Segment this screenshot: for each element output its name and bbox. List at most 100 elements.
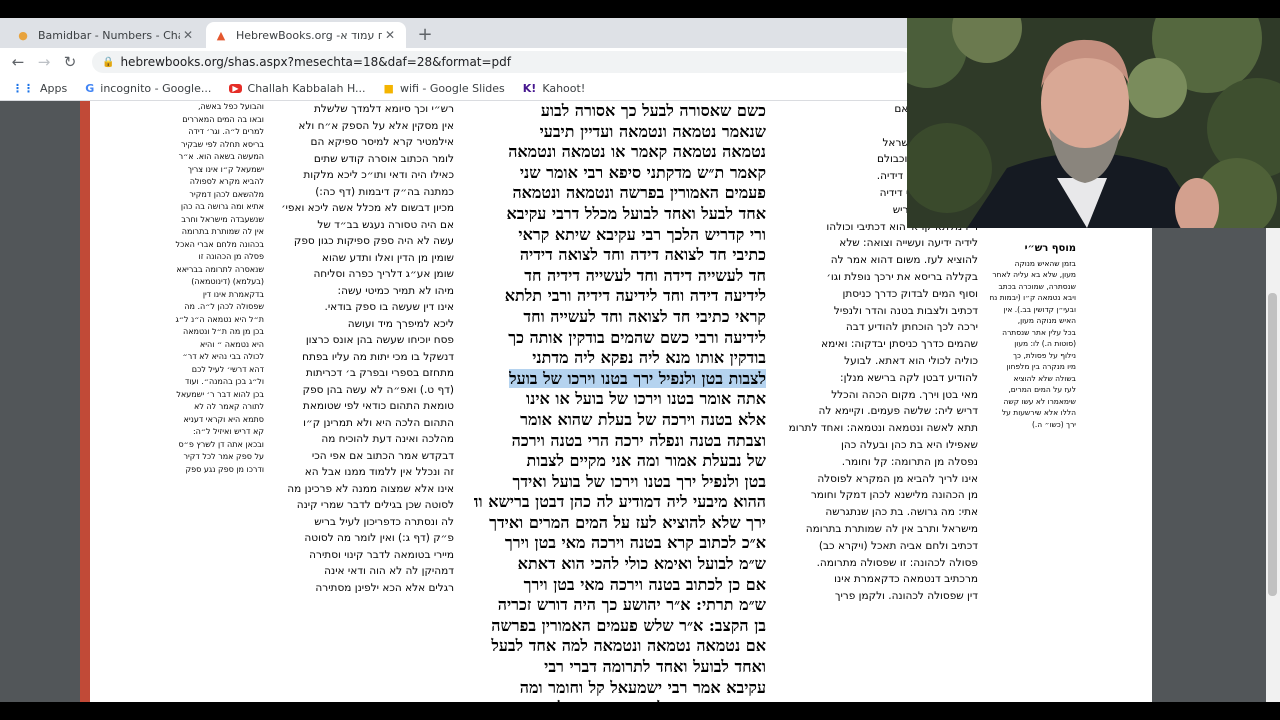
tosafot-line: אינו לריך להביא מן המקרא לפוסלה <box>817 472 978 485</box>
forward-icon[interactable]: → <box>34 52 54 72</box>
commentary-line: לכולה בבי נהיא לא דר״ <box>182 352 264 361</box>
commentary-line: אין לה שמותרת בתרומה <box>181 227 264 236</box>
bookmark-incognito[interactable]: G incognito - Google... <box>85 82 211 95</box>
rashi-line: טומאת התהום כודאי לפי שטומאת <box>302 400 454 412</box>
far-left-commentary: והבועל כפל באשה, ובאו בה המים המאררים למרי… <box>152 101 264 702</box>
rashi-line: דנשקל בו מכי יתות מה עליו בפתח <box>302 350 454 363</box>
address-bar[interactable]: 🔒 hebrewbooks.org/shas.aspx?mesechta=18&… <box>92 51 912 73</box>
rashi-line: לה ונסתרה כדפריכון לעיל בריש <box>314 515 454 528</box>
close-icon[interactable]: ✕ <box>382 28 398 42</box>
bookmark-challah[interactable]: ▶ Challah Kabbalah H... <box>229 81 366 95</box>
rashi-line: לסוטה שכן בגילים לדבר שמרי קינה <box>296 499 454 511</box>
tosafot-line: דכתיב ולצבות בטנה והדר ולנפיל <box>833 304 978 317</box>
commentary-line: ול״ג בכן בהמנה״. ועוד <box>185 377 264 386</box>
tab-bamidbar[interactable]: ● Bamidbar - Numbers - Chapter 5 ✕ <box>8 22 204 48</box>
rashi-line: דבקדש אמר הכתוב אם אפי הכי <box>311 449 454 462</box>
close-icon[interactable]: ✕ <box>180 28 196 42</box>
lock-icon: 🔒 <box>102 56 115 68</box>
gemara-line: ורי קדריש הלכך רבי עקיבא שיתא קראי <box>518 224 766 244</box>
sidebox-line: לעז על המים המרים, <box>1008 385 1076 394</box>
rashi-line: פסח יוכיחו שעשה בהן אונס כרצון <box>305 334 454 346</box>
rashi-line: מיהו לא תמיר כמיטי עשה: <box>337 284 454 297</box>
page-edge-bar <box>80 101 90 702</box>
rashi-line: לומר הכתוב אוסרה קודש שתים <box>313 152 454 165</box>
commentary-line: שנאסרה לתרומה בבריאא <box>176 264 264 274</box>
rashi-line: רש״י וכך סיומא דלמדך שלשלת <box>314 103 454 115</box>
rashi-line: מתחזם בספרי ובפרק ב׳ דכריתות <box>305 367 454 379</box>
tosafot-line: דין שפסולה לכהונה. ולקמן פריך <box>834 590 978 603</box>
commentary-line: בדקאמרת אינו דין <box>202 289 264 299</box>
reload-icon[interactable]: ↻ <box>60 52 80 72</box>
bookmark-wifi-slides[interactable]: ■ wifi - Google Slides <box>384 82 505 95</box>
rashi-line: ליכא למיפרך מיד ועושה <box>347 317 454 330</box>
commentary-line: פסלה מן הכהונה זו <box>198 252 264 261</box>
tosafot-line: כוליה לכולי הוא דאתא. לבועל <box>844 354 978 367</box>
gemara-line: ש״מ תרתי: א״ר יהושע כך היה דורש זכריה <box>497 595 766 615</box>
commentary-line: ת״ל היא נטמאה ה״נ ל״ג <box>175 314 264 324</box>
scrollbar-thumb[interactable] <box>1268 293 1277 596</box>
rashi-line: שומין מן הדין ואלו ותדע שהוא <box>321 251 454 264</box>
bottom-black-bar <box>0 702 1280 720</box>
gemara-line: בן הקצב: א״ר שלש פעמים האמורין בפרשה <box>491 615 766 635</box>
rashi-line: אילמטיר קרא למיסר ספיקא הם <box>310 136 455 148</box>
rashi-line: מכיון דבשום לא מכלל אשה ליכא ואפי׳ <box>281 202 454 214</box>
presenter-video-feed <box>907 18 1280 228</box>
flame-icon: ● <box>18 28 28 42</box>
gemara-line: וצבתה בטנה ונפלה ירכה הרי בטנה וירכה <box>511 430 766 450</box>
bookmark-label: incognito - Google... <box>100 81 212 95</box>
gemara-line: ואחד לבועל ואחד לתרומה דברי רבי <box>544 657 766 677</box>
rashi-line: (דף ט.) ואפ״ה לא עשה בהן ספק <box>302 383 454 396</box>
commentary-line: מלהשאם לכהן דמקיר <box>189 189 264 199</box>
gemara-line: שנאמר נטמאה ונטמאה ועדיין תיבעי <box>539 121 766 141</box>
sidebox-title: מוסף רש״י <box>1024 243 1076 254</box>
tosafot-line: להוציא לעז. משום דהוא אמר לה <box>830 254 978 267</box>
tosafot-line: בקללה בריסא את ירכך נופלת וגו׳ <box>826 270 978 283</box>
back-icon[interactable]: ← <box>8 52 28 72</box>
rashi-line: אינו אלא שמצוה ממנה לא פרכינן מה <box>287 482 454 495</box>
sidebox-line: מעון, שלא בא עליה לאחר <box>992 270 1076 279</box>
commentary-line: בכן מן מה ת״ל ונטמאה <box>182 327 264 336</box>
bookmark-kahoot[interactable]: K! Kahoot! <box>523 82 585 95</box>
bookmark-apps[interactable]: ⋮⋮ Apps <box>12 82 67 95</box>
commentary-line: שנשעבדה מישראל וחרב <box>181 214 264 224</box>
sidebox-line: בשולה שלא להוציא <box>1013 373 1076 383</box>
commentary-line: ודרכו מן ספק נגע ספק <box>185 464 265 474</box>
commentary-line: והבועל כפל באשה, <box>197 102 264 111</box>
tab-hebrewbooks[interactable]: ▲ HebrewBooks.org -דף כח עמוד א ✕ <box>206 22 406 48</box>
sidebox-line: ירך (כשו״ ה.) <box>1031 419 1076 429</box>
rashi-line: עשה לא היה ספק ספיקות כגון ספק <box>293 235 454 247</box>
sidebox-line: הללו אלא שירשעות על <box>1001 408 1076 417</box>
rashi-line: רגלים אלא הכא ילפינן מסתירה <box>315 581 454 594</box>
rashi-line: אם היה טסורה נעגש בב״ד של <box>317 218 454 231</box>
bookmark-label: Challah Kabbalah H... <box>247 81 366 95</box>
gemara-line: בודקין אותו מנא ליה נפקא ליה מדתני <box>532 348 766 368</box>
commentary-line: דהא דרשי׳ לעיל לכם <box>191 364 264 374</box>
sidebox-line: בכל עלין אתר שנסתרה <box>1002 327 1076 337</box>
commentary-line: המעשה בשאה הוא. א״ר <box>178 152 264 161</box>
gemara-line: כתיבי חד לצואה דידה וחד לצואה דידיה <box>519 245 766 265</box>
tab-title: Bamidbar - Numbers - Chapter 5 <box>38 28 180 42</box>
commentary-line: להביא מקרא לספולה <box>189 177 264 186</box>
rashi-column: רש״י וכך סיומא דלמדך שלשלת אין מסקין אלא … <box>264 101 454 702</box>
youtube-icon: ▶ <box>229 83 242 93</box>
commentary-line: בכהונה מלחם אברי האכל <box>175 239 264 249</box>
tosafot-line: וסוף המים לבדוק כדרך כניסתן <box>842 287 978 300</box>
commentary-line: ובכאן אתה דן לשרץ פ״ס <box>178 439 264 449</box>
tosafot-line: מרכתיב דנטמאה כדקאמרת אינו <box>834 573 978 586</box>
tosafot-line: שאפילו היא בת כהן ובעלה כהן <box>841 438 978 451</box>
rashi-line: התהום הלכה היא ולא תמרינן ק״ו <box>303 416 454 429</box>
sidebox-line: נילוף על פסולת, כך <box>1012 350 1076 360</box>
gemara-line: אלא בטנה וירכה של בעלת שהוא אומר <box>520 409 766 429</box>
gemara-line: נטמאה נטמאה קאמר או נטמאה ונטמאה <box>508 142 766 162</box>
tosafot-line: שהמים כדרך כניסתן יבדקוה: ואימא <box>821 338 978 351</box>
gemara-line: אם כן לכתוב בטנה וירכה מאי בטן וירך <box>523 574 766 594</box>
tosafot-line: מן הכהונה מלישנא לכהן דמקל וחומר <box>810 489 978 502</box>
new-tab-button[interactable]: + <box>414 23 436 45</box>
sidebox-line: בזמן שהאיש מנוקה <box>1014 258 1076 268</box>
gemara-line: בטן ולנפיל ירך בטנו וירכו של בועל ואידך <box>512 471 766 491</box>
gemara-line: לידיעה ורבי כשם שהמים בודקין אותה כך <box>508 327 766 347</box>
bookmark-label: Kahoot! <box>542 81 586 95</box>
tosafot-line: דכתיב ולחם אביה תאכל (ויקרא כב) <box>818 539 978 552</box>
tosafot-line: פסולה לכהונה: זו שפסולה מתרומה. <box>816 556 978 569</box>
commentary-line: היא נטמאה ״ והיא <box>199 339 264 349</box>
